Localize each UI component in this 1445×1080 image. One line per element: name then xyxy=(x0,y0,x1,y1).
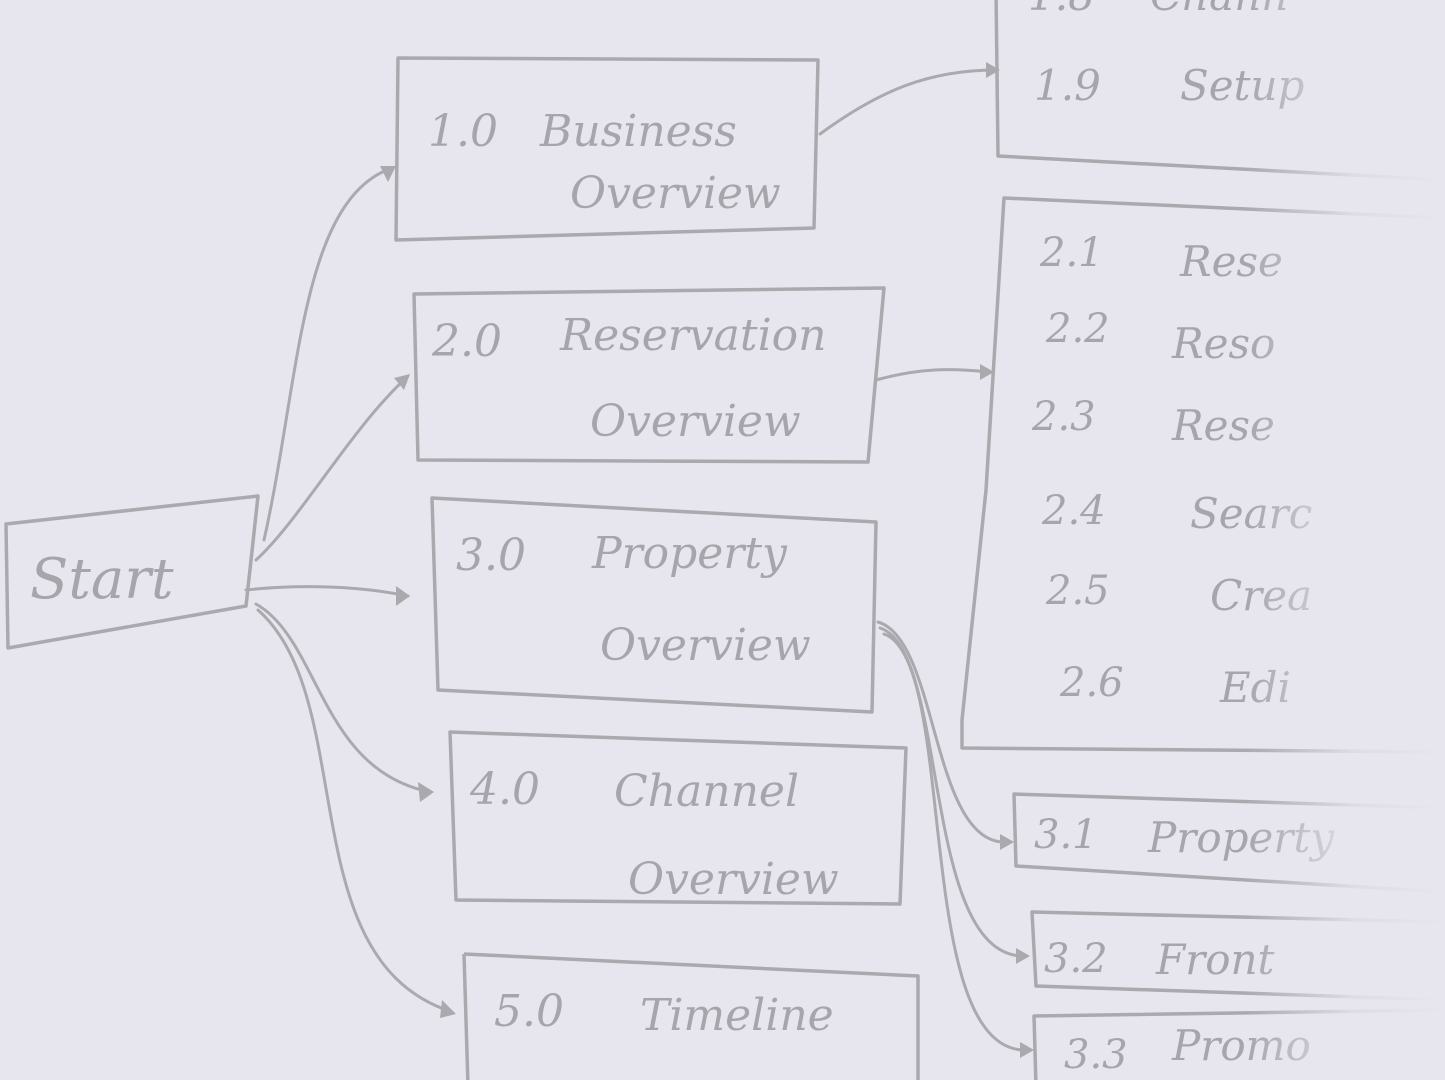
node-3-title-line2: Overview xyxy=(600,620,811,671)
node-2-number: 2.0 xyxy=(431,316,502,367)
node-1-title-line2: Overview xyxy=(570,168,781,219)
group2-item-6-number: 2.6 xyxy=(1059,660,1124,706)
node-reservation-overview: 2.0 Reservation Overview xyxy=(412,286,886,464)
node-2-title-line2: Overview xyxy=(590,396,801,447)
node-1-title-line1: Business xyxy=(539,106,737,157)
node-business-overview: 1.0 Business Overview xyxy=(394,56,820,242)
node-channel-overview: 4.0 Channel Overview xyxy=(448,730,908,906)
group1-item-2-number: 1.9 xyxy=(1034,61,1101,110)
node-1-number: 1.0 xyxy=(428,106,498,157)
arrowhead-3-1 xyxy=(1000,834,1014,850)
node-3-title-line1: Property xyxy=(591,528,788,579)
arrowhead-5 xyxy=(440,1000,456,1018)
group2-item-3-number: 2.3 xyxy=(1031,394,1096,440)
start-label: Start xyxy=(30,547,174,612)
start-node: Start xyxy=(4,494,260,650)
node-4-title-line1: Channel xyxy=(614,766,799,817)
arrowhead-3-2 xyxy=(1016,948,1030,964)
node-5-title-line1: Timeline xyxy=(640,990,834,1041)
node-timeline: 5.0 Timeline xyxy=(462,952,920,1080)
node-5-number: 5.0 xyxy=(494,986,564,1037)
arrow-start-to-1 xyxy=(262,166,394,542)
arrow-1-to-group1 xyxy=(818,68,998,136)
arrow-start-to-5 xyxy=(256,608,454,1014)
arrow-start-to-4 xyxy=(254,602,432,794)
group2-item-2-number: 2.2 xyxy=(1045,306,1110,352)
node-3-number: 3.0 xyxy=(456,530,526,581)
group2-item-4-number: 2.4 xyxy=(1041,488,1106,534)
node-2-title-line1: Reservation xyxy=(559,310,827,361)
arrow-start-to-3 xyxy=(244,585,410,598)
right-edge-fade xyxy=(1245,0,1445,1080)
arrow-2-to-group2 xyxy=(874,368,992,382)
group3-item-1-number: 3.1 xyxy=(1034,812,1098,858)
arrowhead-3 xyxy=(396,586,410,606)
flowchart-diagram: Start 1.0 Business Overview 2.0 Reservat… xyxy=(4,0,1445,1080)
group3-item-2-number: 3.2 xyxy=(1044,936,1108,982)
group3-item-3-number: 3.3 xyxy=(1064,1032,1128,1078)
arrowhead-4 xyxy=(418,782,434,802)
arrowhead-3-3 xyxy=(1020,1042,1034,1058)
arrowhead-1 xyxy=(380,166,396,182)
arrow-3-to-3-1 xyxy=(876,620,1012,844)
node-4-title-line2: Overview xyxy=(628,854,839,905)
group2-item-1-number: 2.1 xyxy=(1039,230,1104,276)
node-4-number: 4.0 xyxy=(469,764,540,815)
group2-item-5-number: 2.5 xyxy=(1045,568,1110,614)
node-property-overview: 3.0 Property Overview xyxy=(430,496,878,714)
group1-item-1-number: 1.8 xyxy=(1028,0,1095,20)
